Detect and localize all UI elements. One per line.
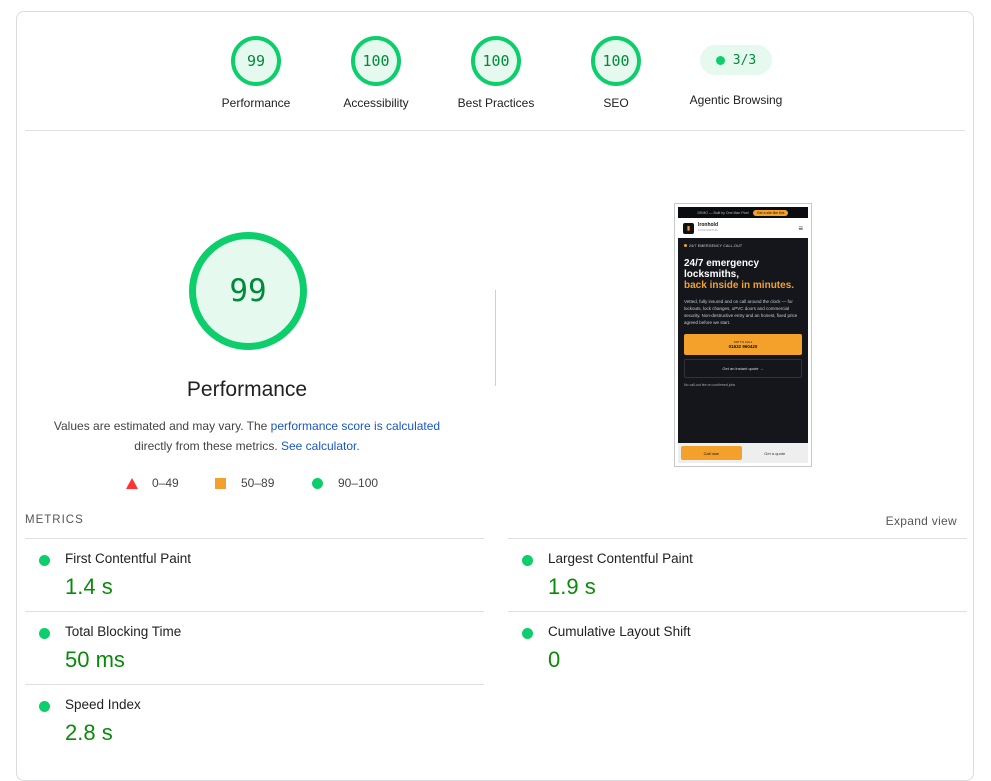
metric-title: First Contentful Paint bbox=[65, 551, 192, 566]
legend-average: 50–89 bbox=[215, 476, 274, 490]
legend-pass: 90–100 bbox=[312, 476, 378, 490]
gauge-label: Best Practices bbox=[457, 96, 535, 110]
agentic-value: 3/3 bbox=[732, 52, 757, 68]
metric-title: Largest Contentful Paint bbox=[548, 551, 693, 566]
metric-title: Total Blocking Time bbox=[65, 624, 182, 639]
metric-value: 1.9 s bbox=[548, 574, 596, 599]
gauge-seo[interactable]: 100 SEO bbox=[556, 36, 676, 110]
preview-call-number: 01632 960420 bbox=[728, 344, 758, 349]
score-calculated-link[interactable]: performance score is calculated bbox=[271, 419, 440, 433]
pass-dot-icon bbox=[522, 555, 533, 566]
header-divider bbox=[25, 130, 965, 131]
preview-bottom-quote: Get a quote bbox=[764, 450, 786, 456]
preview-topbar-text: DEMO — Built by One Man Pixel bbox=[697, 210, 749, 215]
see-calculator-link[interactable]: See calculator. bbox=[281, 439, 360, 453]
gauge-label: Agentic Browsing bbox=[689, 93, 783, 107]
lock-logo-icon: ▮ bbox=[683, 222, 694, 234]
pass-dot-icon bbox=[715, 55, 725, 65]
preview-topbar-button: Get a site like this bbox=[752, 209, 789, 216]
expand-view-toggle[interactable]: Expand view bbox=[886, 514, 957, 528]
gauge-performance[interactable]: 99 Performance bbox=[196, 36, 316, 110]
report-card: 99 Performance 100 Accessibility 100 Bes… bbox=[16, 11, 974, 781]
metric-cumulative-layout-shift: Cumulative Layout Shift 0 bbox=[508, 611, 967, 683]
preview-brand: Ironhold LOCKSMITHS bbox=[698, 223, 718, 233]
pass-dot-icon bbox=[522, 628, 533, 639]
metric-value: 2.8 s bbox=[65, 720, 113, 745]
preview-brand-sub: LOCKSMITHS bbox=[698, 228, 718, 232]
preview-bottom-call: Call now bbox=[681, 446, 742, 460]
vertical-divider bbox=[495, 290, 496, 386]
metric-value: 0 bbox=[548, 647, 561, 672]
preview-heading: 24/7 emergency locksmiths, back inside i… bbox=[684, 258, 802, 291]
preview-tag: 24/7 EMERGENCY CALL-OUT bbox=[684, 244, 802, 248]
score-ring: 100 bbox=[351, 36, 401, 86]
gauge-best-practices[interactable]: 100 Best Practices bbox=[436, 36, 556, 110]
score-ring: 99 bbox=[231, 36, 281, 86]
metric-total-blocking-time: Total Blocking Time 50 ms bbox=[25, 611, 484, 683]
preview-note: No call-out fee on confirmed jobs bbox=[684, 383, 736, 387]
gauge-label: Performance bbox=[221, 96, 291, 110]
gauge-label: Accessibility bbox=[343, 96, 409, 110]
desc-text: Values are estimated and may vary. The bbox=[53, 419, 271, 433]
pass-dot-icon bbox=[39, 701, 50, 712]
preview-heading-white: 24/7 emergency locksmiths, bbox=[684, 258, 760, 280]
preview-bottom-bar: Call now Get a quote bbox=[678, 443, 808, 463]
desc-text: directly from these metrics. bbox=[134, 439, 281, 453]
screenshot-content: DEMO — Built by One Man Pixel Get a site… bbox=[678, 207, 808, 463]
metric-value: 1.4 s bbox=[65, 574, 113, 599]
metric-value: 50 ms bbox=[65, 647, 125, 672]
triangle-icon bbox=[126, 477, 138, 489]
preview-quote-button: Get an instant quote → bbox=[684, 359, 802, 378]
legend-average-label: 50–89 bbox=[241, 476, 275, 490]
hamburger-icon: ≡ bbox=[798, 223, 803, 233]
performance-title: Performance bbox=[186, 378, 308, 401]
preview-paragraph: Vetted, fully insured and on call around… bbox=[684, 299, 798, 325]
preview-tag-text: 24/7 EMERGENCY CALL-OUT bbox=[689, 244, 743, 248]
circle-icon bbox=[312, 477, 323, 489]
preview-topbar: DEMO — Built by One Man Pixel Get a site… bbox=[678, 207, 808, 218]
final-screenshot[interactable]: DEMO — Built by One Man Pixel Get a site… bbox=[674, 203, 812, 467]
metric-speed-index: Speed Index 2.8 s bbox=[25, 684, 484, 756]
performance-gauge-large: 99 bbox=[189, 232, 307, 350]
score-ring: 100 bbox=[591, 36, 641, 86]
preview-nav: ▮ Ironhold LOCKSMITHS ≡ bbox=[678, 218, 808, 238]
preview-call-button: TAP TO CALL 01632 960420 bbox=[684, 334, 802, 355]
preview-heading-orange: back inside in minutes. bbox=[684, 280, 795, 291]
pass-dot-icon bbox=[39, 628, 50, 639]
metric-largest-contentful-paint: Largest Contentful Paint 1.9 s bbox=[508, 538, 967, 610]
pass-dot-icon bbox=[39, 555, 50, 566]
metric-first-contentful-paint: First Contentful Paint 1.4 s bbox=[25, 538, 484, 610]
gauge-accessibility[interactable]: 100 Accessibility bbox=[316, 36, 436, 110]
agentic-pill: 3/3 bbox=[700, 45, 772, 75]
legend-fail: 0–49 bbox=[126, 476, 179, 490]
gauge-agentic-browsing[interactable]: 3/3 Agentic Browsing bbox=[676, 36, 796, 107]
metric-title: Speed Index bbox=[65, 697, 141, 712]
preview-hero: 24/7 EMERGENCY CALL-OUT 24/7 emergency l… bbox=[678, 238, 808, 393]
legend-pass-label: 90–100 bbox=[338, 476, 379, 490]
square-icon bbox=[215, 477, 226, 489]
metric-title: Cumulative Layout Shift bbox=[548, 624, 691, 639]
legend-fail-label: 0–49 bbox=[152, 476, 179, 490]
gauge-label: SEO bbox=[603, 96, 629, 110]
metrics-heading: METRICS bbox=[25, 514, 84, 526]
performance-description: Values are estimated and may vary. The p… bbox=[47, 416, 447, 456]
score-ring: 100 bbox=[471, 36, 521, 86]
